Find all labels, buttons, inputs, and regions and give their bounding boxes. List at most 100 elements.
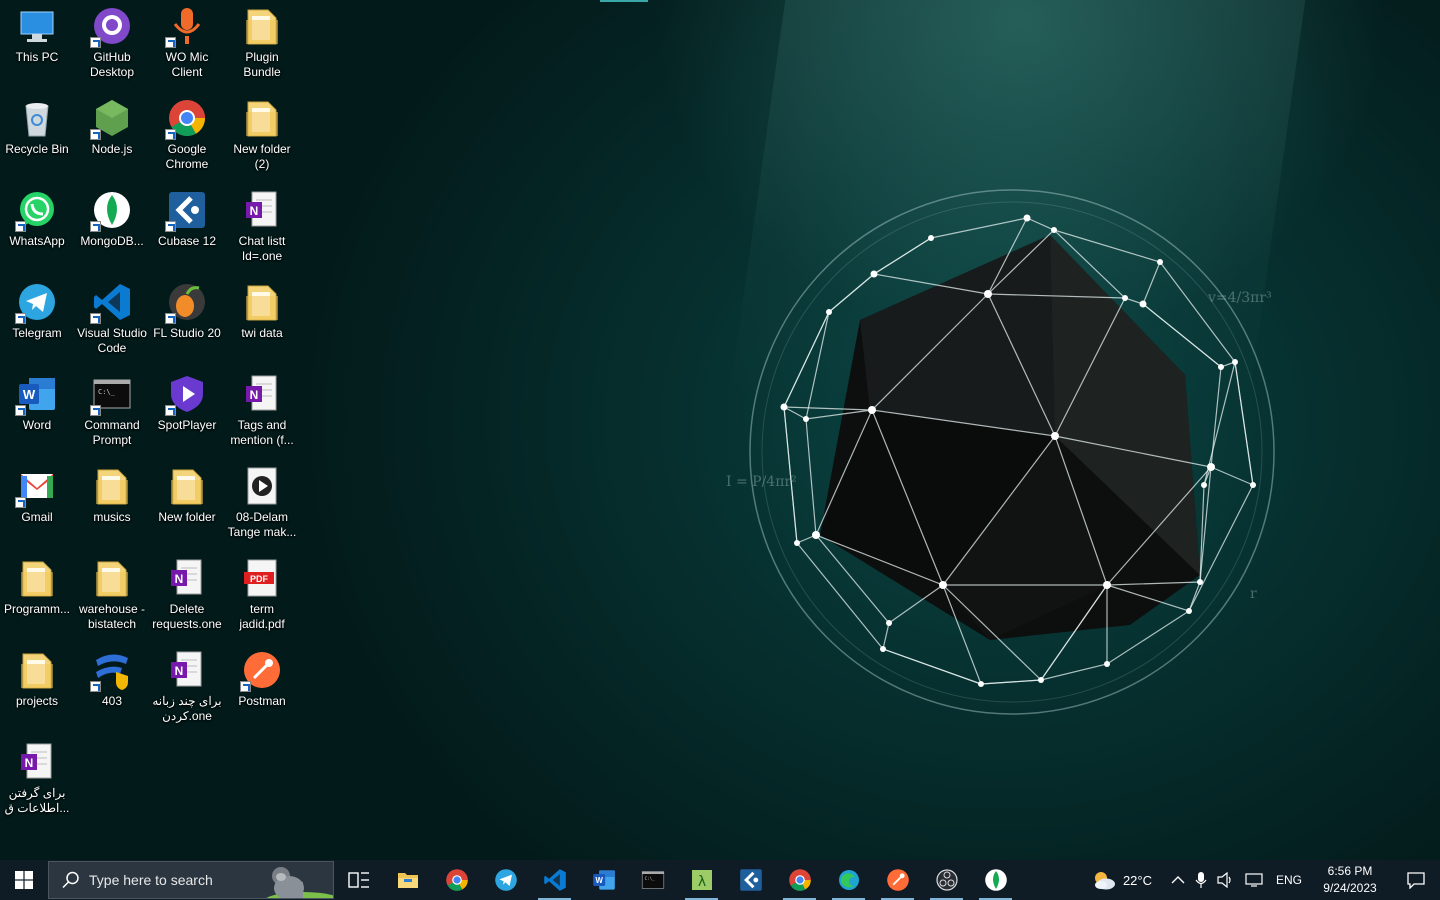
- desktop-icon-label: Programm...: [3, 602, 70, 616]
- desktop-icon-label: Node.js: [91, 142, 133, 156]
- desktop-icon-label: Visual Studio Code: [77, 326, 147, 355]
- desktop-icon-label: Word: [22, 418, 52, 432]
- taskbar-app-task-view[interactable]: [334, 860, 383, 900]
- desktop-icon[interactable]: Postman: [225, 644, 299, 709]
- desktop-icon[interactable]: Node.js: [75, 92, 149, 157]
- desktop-icon[interactable]: N Chat listt Id=.one: [225, 184, 299, 264]
- desktop-icon[interactable]: FL Studio 20: [150, 276, 224, 341]
- this-pc-icon: [17, 6, 57, 46]
- weather-widget[interactable]: 22°C: [1086, 860, 1166, 900]
- folder-icon: [242, 6, 282, 46]
- svg-text:C:\_: C:\_: [98, 388, 116, 396]
- svg-text:N: N: [175, 572, 184, 586]
- desktop-icon[interactable]: GitHub Desktop: [75, 0, 149, 80]
- lambda-app-icon: λ: [690, 868, 714, 892]
- desktop-icon[interactable]: Programm...: [0, 552, 74, 617]
- shortcut-arrow-icon: [15, 221, 26, 232]
- svg-text:W: W: [23, 387, 36, 402]
- shortcut-arrow-icon: [90, 37, 101, 48]
- desktop-icon[interactable]: Google Chrome: [150, 92, 224, 172]
- show-hidden-icons-button[interactable]: [1166, 860, 1190, 900]
- shortcut-arrow-icon: [165, 313, 176, 324]
- svg-text:W: W: [595, 876, 603, 885]
- mongodb-icon: [90, 190, 132, 232]
- shortcut-arrow-icon: [15, 405, 26, 416]
- desktop-icon[interactable]: SpotPlayer: [150, 368, 224, 433]
- desktop-icon[interactable]: 403: [75, 644, 149, 709]
- desktop-icon[interactable]: WhatsApp: [0, 184, 74, 249]
- folder-icon: [92, 466, 132, 506]
- desktop-icon[interactable]: warehouse - bistatech: [75, 552, 149, 632]
- desktop[interactable]: v=4/3πr³ I = P/4πr² r This PC GitHub Desk…: [0, 0, 1440, 860]
- taskbar-app-word[interactable]: W: [579, 860, 628, 900]
- taskbar-app-chrome-profile[interactable]: [775, 860, 824, 900]
- language-indicator[interactable]: ENG: [1268, 860, 1310, 900]
- desktop-icon[interactable]: 08-Delam Tange mak...: [225, 460, 299, 540]
- desktop-icon[interactable]: Visual Studio Code: [75, 276, 149, 356]
- taskbar-app-cubase[interactable]: [726, 860, 775, 900]
- start-button[interactable]: [0, 860, 48, 900]
- desktop-icon[interactable]: W Word: [0, 368, 74, 433]
- wallpaper-polyhedron: [749, 189, 1275, 715]
- shortcut-arrow-icon: [15, 497, 26, 508]
- desktop-icon-label: This PC: [15, 50, 59, 64]
- cubase-icon: [165, 190, 207, 232]
- network-tray-button[interactable]: [1240, 860, 1268, 900]
- taskbar-app-command-prompt[interactable]: C:\_: [628, 860, 677, 900]
- desktop-icon[interactable]: Cubase 12: [150, 184, 224, 249]
- wallpaper-formula-volume: v=4/3πr³: [1208, 290, 1272, 306]
- taskbar-search-box[interactable]: Type here to search: [48, 861, 334, 899]
- taskbar-app-postman[interactable]: [873, 860, 922, 900]
- system-tray: 22°C ENG 6:56 PM 9/24/2023: [1086, 860, 1440, 900]
- taskbar-app-lambda-app[interactable]: λ: [677, 860, 726, 900]
- taskbar-app-file-explorer[interactable]: [383, 860, 432, 900]
- desktop-icon[interactable]: musics: [75, 460, 149, 525]
- desktop-icon[interactable]: N Tags and mention (f...: [225, 368, 299, 448]
- desktop-icon[interactable]: Telegram: [0, 276, 74, 341]
- desktop-icon[interactable]: C:\_ Command Prompt: [75, 368, 149, 448]
- clock-date: 9/24/2023: [1323, 881, 1377, 895]
- taskbar-app-edge[interactable]: [824, 860, 873, 900]
- fl-studio-icon: [165, 282, 207, 324]
- taskbar-app-telegram[interactable]: [481, 860, 530, 900]
- desktop-icon-label: twi data: [241, 326, 283, 340]
- desktop-icon[interactable]: New folder: [150, 460, 224, 525]
- notification-icon: [1407, 872, 1425, 889]
- edge-icon: [837, 868, 861, 892]
- desktop-icon[interactable]: Recycle Bin: [0, 92, 74, 157]
- taskbar-pinned-apps: W C:\_ λ: [334, 860, 1020, 900]
- desktop-icon-label: term jadid.pdf: [239, 602, 285, 631]
- desktop-icon[interactable]: N برای گرفتن اطلاعات ق...: [0, 736, 74, 816]
- svg-text:N: N: [25, 756, 34, 770]
- microphone-tray-button[interactable]: [1190, 860, 1212, 900]
- desktop-icon-label: Chat listt Id=.one: [238, 234, 286, 263]
- desktop-icon[interactable]: MongoDB...: [75, 184, 149, 249]
- desktop-icon[interactable]: N Delete requests.one: [150, 552, 224, 632]
- clock[interactable]: 6:56 PM 9/24/2023: [1310, 860, 1390, 900]
- desktop-icon[interactable]: projects: [0, 644, 74, 709]
- svg-text:N: N: [250, 388, 259, 402]
- desktop-icon[interactable]: twi data: [225, 276, 299, 341]
- svg-text:C:\_: C:\_: [644, 876, 655, 881]
- desktop-icon[interactable]: New folder (2): [225, 92, 299, 172]
- desktop-icon[interactable]: This PC: [0, 0, 74, 65]
- nodejs-icon: [90, 98, 132, 140]
- desktop-icon[interactable]: PDF term jadid.pdf: [225, 552, 299, 632]
- onenote-file-icon: N: [167, 558, 207, 598]
- desktop-icon-label: musics: [93, 510, 131, 524]
- desktop-icon[interactable]: Plugin Bundle: [225, 0, 299, 80]
- volume-tray-button[interactable]: [1212, 860, 1240, 900]
- desktop-icon[interactable]: N برای چند زبانه کردن.one: [150, 644, 224, 724]
- taskbar-app-mongodb[interactable]: [971, 860, 1020, 900]
- clock-time: 6:56 PM: [1327, 864, 1373, 878]
- onenote-file-icon: N: [17, 742, 57, 782]
- taskbar-app-chrome[interactable]: [432, 860, 481, 900]
- shortcut-arrow-icon: [15, 313, 26, 324]
- onenote-file-icon: N: [167, 650, 207, 690]
- taskbar-app-vscode[interactable]: [530, 860, 579, 900]
- taskbar-app-obs[interactable]: [922, 860, 971, 900]
- desktop-icon[interactable]: Gmail: [0, 460, 74, 525]
- desktop-icon[interactable]: WO Mic Client: [150, 0, 224, 80]
- action-center-button[interactable]: [1390, 860, 1440, 900]
- folder-icon: [17, 650, 57, 690]
